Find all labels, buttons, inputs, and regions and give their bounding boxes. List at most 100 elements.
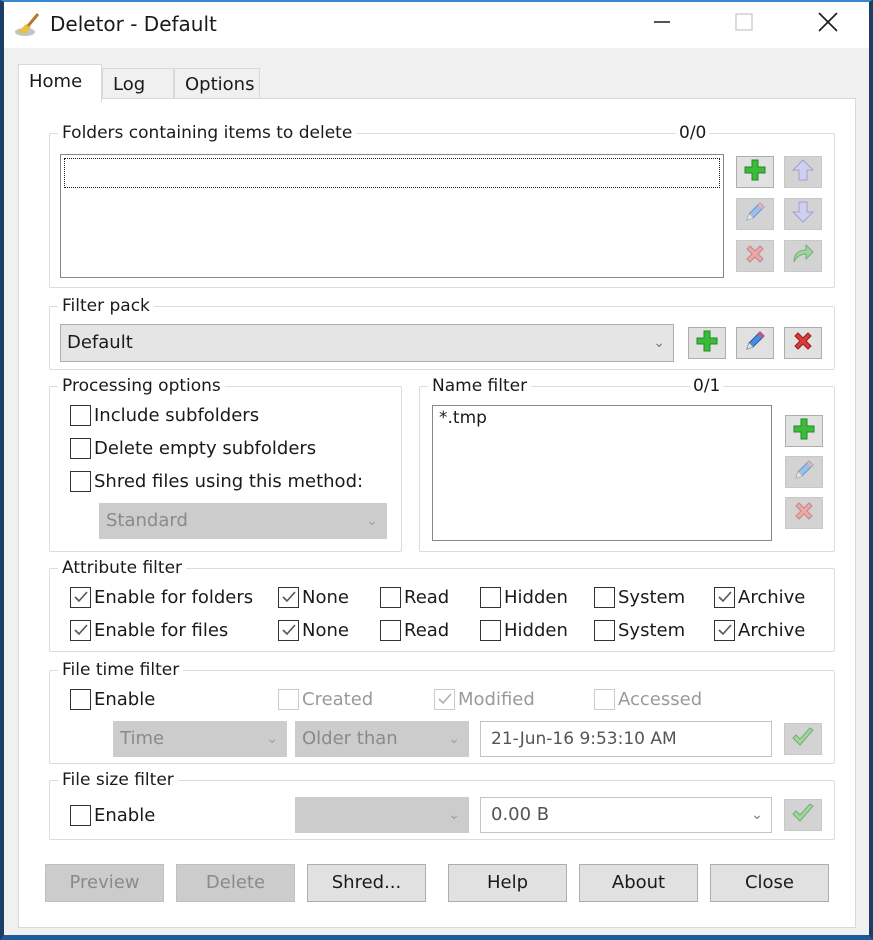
checkbox-box <box>380 586 401 608</box>
file-time-enable-checkbox[interactable]: Enable <box>70 687 155 711</box>
apply-size-button[interactable] <box>784 799 822 831</box>
remove-folder-button[interactable] <box>736 240 774 272</box>
tab-options[interactable]: Options <box>174 68 260 102</box>
delete-button[interactable]: Delete <box>176 864 295 902</box>
name-filter-list[interactable]: *.tmp <box>432 405 772 541</box>
move-down-button[interactable] <box>784 198 822 230</box>
move-up-button[interactable] <box>784 156 822 188</box>
attr-hidden-checkbox[interactable]: Hidden <box>480 585 568 609</box>
check-icon <box>281 591 296 603</box>
folders-group: Folders containing items to delete 0/0 <box>49 122 835 288</box>
chevron-down-icon: ⌄ <box>366 513 378 529</box>
checkmark-icon <box>791 725 815 754</box>
checkbox-box <box>70 437 91 459</box>
attr-archive-checkbox[interactable]: Archive <box>714 585 805 609</box>
delete-empty-subfolders-checkbox[interactable]: Delete empty subfolders <box>70 436 316 460</box>
time-mode-value: Time <box>120 728 165 749</box>
shred-files-label: Shred files using this method: <box>94 470 364 492</box>
edit-folder-button[interactable] <box>736 198 774 230</box>
datetime-field[interactable]: 21-Jun-16 9:53:10 AM <box>480 721 772 757</box>
file-size-filter-group: File size filter Enable ⌄ 0.00 B ⌄ <box>49 769 835 840</box>
preview-button[interactable]: Preview <box>45 864 164 902</box>
include-subfolders-checkbox[interactable]: Include subfolders <box>70 403 259 427</box>
apply-time-button[interactable] <box>784 723 822 755</box>
attr-none-checkbox[interactable]: None <box>278 585 349 609</box>
enable-for-files-checkbox[interactable]: Enable for files <box>70 618 228 642</box>
help-button[interactable]: Help <box>448 864 567 902</box>
filter-pack-select[interactable]: Default ⌄ <box>60 324 674 362</box>
attribute-filter-label: Attribute filter <box>58 557 187 579</box>
attr-system-checkbox[interactable]: System <box>594 618 685 642</box>
edit-name-filter-button[interactable] <box>785 456 823 488</box>
shred-method-value: Standard <box>106 510 188 531</box>
tab-home[interactable]: Home <box>18 64 102 102</box>
list-focus-row <box>64 158 720 188</box>
modified-checkbox[interactable]: Modified <box>434 687 535 711</box>
checkbox-box <box>594 688 615 710</box>
title-bar: Deletor - Default <box>4 2 869 48</box>
pencil-icon <box>743 200 767 229</box>
window-title: Deletor - Default <box>50 12 217 36</box>
checkbox-label: System <box>618 586 686 608</box>
tab-log[interactable]: Log <box>102 68 174 102</box>
remove-filter-pack-button[interactable] <box>784 327 822 359</box>
check-icon <box>717 624 732 636</box>
filter-pack-label: Filter pack <box>58 295 154 317</box>
close-window-button[interactable] <box>800 2 856 46</box>
time-mode-select[interactable]: Time ⌄ <box>113 721 287 757</box>
checkbox-label: Archive <box>738 586 806 608</box>
name-filter-count: 0/1 <box>690 375 724 397</box>
remove-name-filter-button[interactable] <box>785 497 823 529</box>
maximize-button[interactable] <box>716 2 772 46</box>
shred-method-select[interactable]: Standard ⌄ <box>99 503 387 539</box>
list-item[interactable]: *.tmp <box>439 408 765 428</box>
enable-for-folders-checkbox[interactable]: Enable for folders <box>70 585 253 609</box>
attr-read-checkbox[interactable]: Read <box>380 618 449 642</box>
checkbox-box <box>278 688 299 710</box>
size-comparison-select[interactable]: ⌄ <box>295 797 469 833</box>
edit-filter-pack-button[interactable] <box>736 327 774 359</box>
checkbox-label: Read <box>404 586 450 608</box>
checkbox-box <box>594 586 615 608</box>
processing-options-group: Processing options Include subfolders De… <box>49 375 402 552</box>
x-icon <box>792 499 816 528</box>
modified-label: Modified <box>458 688 535 710</box>
created-label: Created <box>302 688 374 710</box>
file-size-enable-checkbox[interactable]: Enable <box>70 803 155 827</box>
open-folder-button[interactable] <box>784 240 822 272</box>
file-size-filter-label: File size filter <box>58 769 178 791</box>
processing-options-label: Processing options <box>58 375 225 397</box>
shred-files-checkbox[interactable]: Shred files using this method: <box>70 469 363 493</box>
accessed-checkbox[interactable]: Accessed <box>594 687 702 711</box>
filter-pack-group: Filter pack Default ⌄ <box>49 295 835 370</box>
attr-system-checkbox[interactable]: System <box>594 585 685 609</box>
shred-button[interactable]: Shred... <box>307 864 426 902</box>
add-folder-button[interactable] <box>736 156 774 188</box>
checkbox-label: Enable for folders <box>94 586 254 608</box>
attr-none-checkbox[interactable]: None <box>278 618 349 642</box>
checkbox-label: None <box>302 586 349 608</box>
add-filter-pack-button[interactable] <box>688 327 726 359</box>
close-button[interactable]: Close <box>710 864 829 902</box>
checkbox-label: Enable for files <box>94 619 229 641</box>
attr-archive-checkbox[interactable]: Archive <box>714 618 805 642</box>
folders-group-label: Folders containing items to delete <box>58 122 357 144</box>
accessed-label: Accessed <box>618 688 703 710</box>
minimize-button[interactable] <box>634 2 690 46</box>
pencil-icon <box>792 458 816 487</box>
created-checkbox[interactable]: Created <box>278 687 373 711</box>
folders-list[interactable] <box>60 154 724 278</box>
about-button[interactable]: About <box>579 864 698 902</box>
file-time-filter-group: File time filter Enable Created Modified… <box>49 659 835 764</box>
include-subfolders-label: Include subfolders <box>94 404 260 426</box>
check-icon <box>73 624 88 636</box>
app-window: Deletor - Default Home Log Options Folde… <box>0 0 873 940</box>
add-name-filter-button[interactable] <box>785 415 823 447</box>
size-value-select[interactable]: 0.00 B ⌄ <box>480 797 772 833</box>
time-comparison-select[interactable]: Older than ⌄ <box>295 721 469 757</box>
name-filter-group: Name filter 0/1 *.tmp <box>419 375 835 552</box>
redo-arrow-icon <box>791 242 815 271</box>
attr-hidden-checkbox[interactable]: Hidden <box>480 618 568 642</box>
attr-read-checkbox[interactable]: Read <box>380 585 449 609</box>
folders-count: 0/0 <box>676 122 710 144</box>
